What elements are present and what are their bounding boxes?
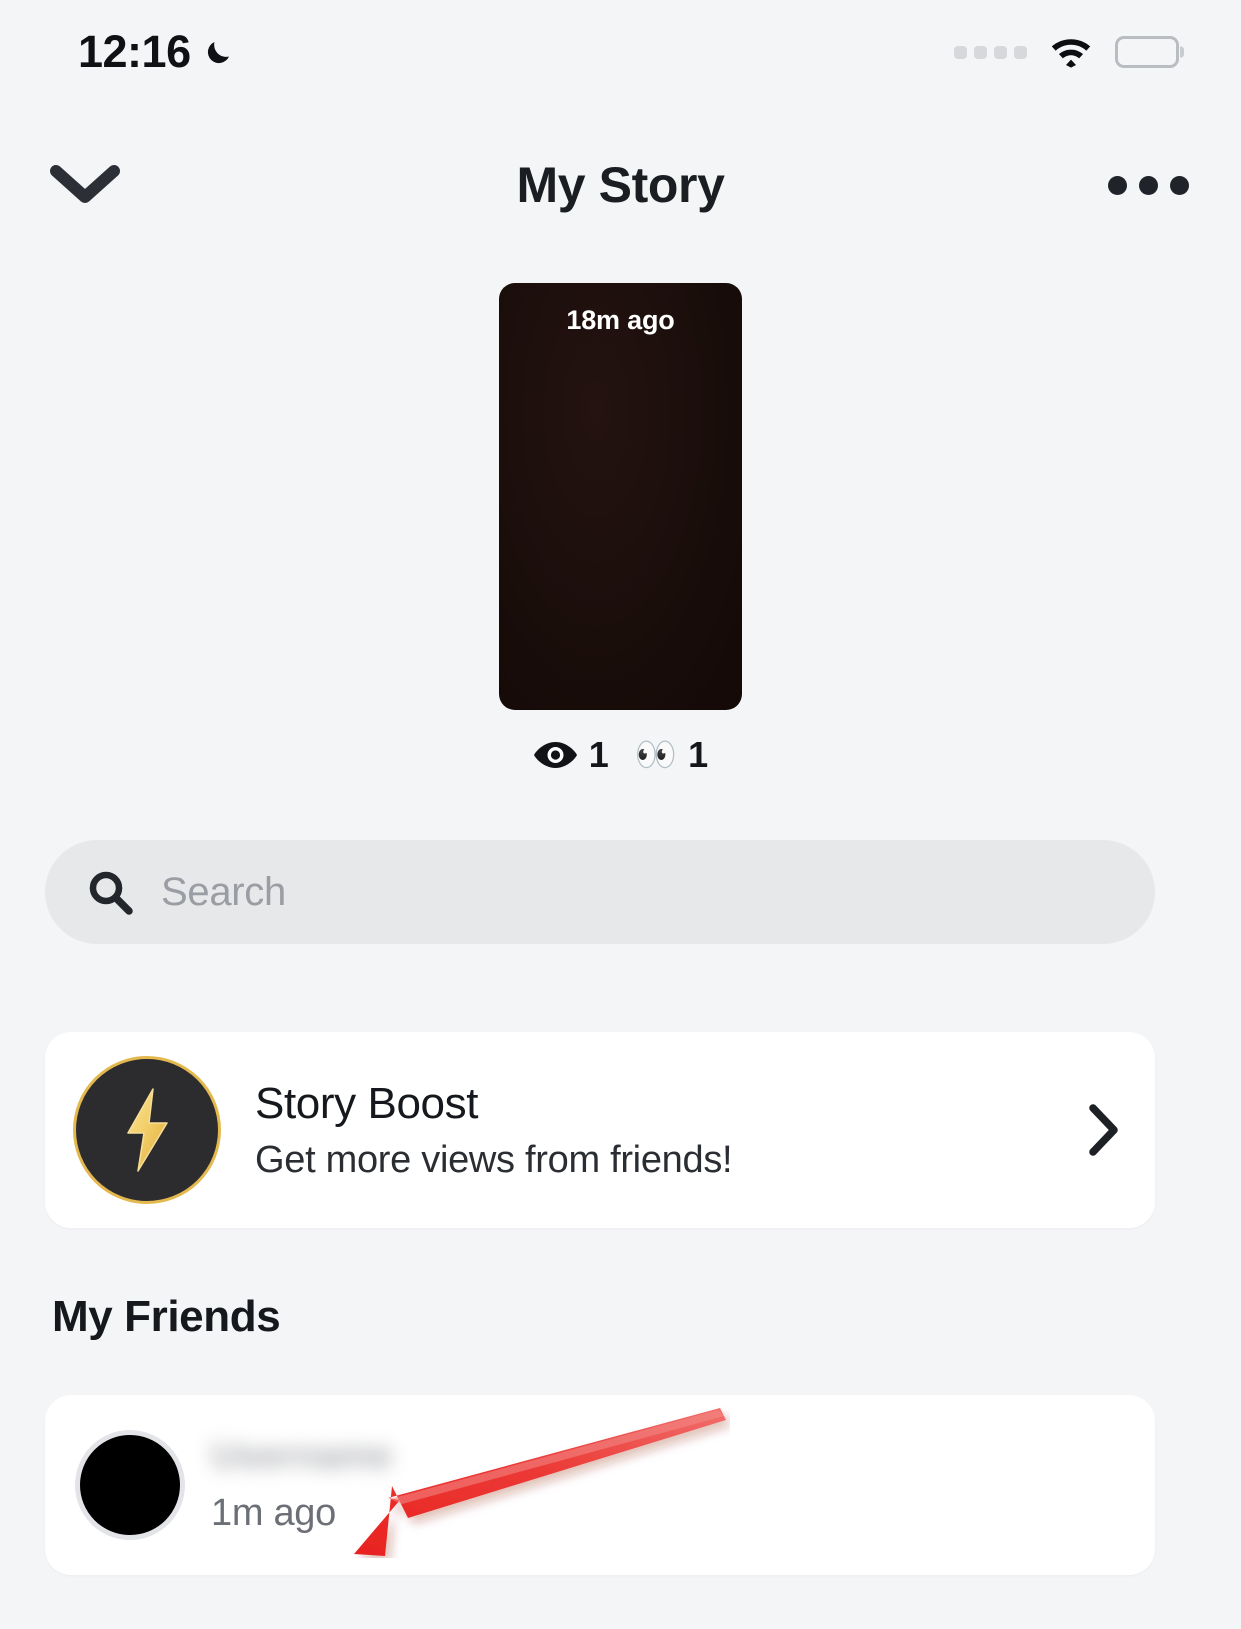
- friend-item-texts: Username 1m ago: [211, 1435, 393, 1535]
- story-screenshot-count: 👀 1: [635, 734, 708, 776]
- story-view-count: 1: [533, 734, 609, 776]
- story-stats: 1 👀 1: [533, 734, 708, 776]
- page-title: My Story: [516, 157, 725, 213]
- status-bar: 12:16: [0, 0, 1241, 104]
- chevron-right-icon[interactable]: [1087, 1103, 1121, 1157]
- story-boost-avatar: [73, 1056, 221, 1204]
- chevron-down-glyph: [50, 165, 120, 203]
- moon-icon: [207, 42, 229, 64]
- friends-section-heading: My Friends: [52, 1292, 281, 1341]
- view-count-value: 1: [588, 734, 609, 775]
- wifi-icon: [1051, 39, 1091, 68]
- eye-icon: [533, 742, 577, 768]
- eyes-emoji-icon: 👀: [634, 736, 678, 774]
- nav-header: My Story: [0, 130, 1241, 240]
- more-options-icon[interactable]: [1108, 175, 1189, 195]
- story-thumbnail[interactable]: 18m ago: [499, 283, 742, 710]
- story-boost-texts: Story Boost Get more views from friends!: [255, 1079, 1087, 1182]
- story-boost-subtitle: Get more views from friends!: [255, 1138, 733, 1181]
- screenshot-count-value: 1: [688, 734, 709, 775]
- battery-icon: [1115, 36, 1184, 68]
- search-placeholder: Search: [161, 869, 286, 914]
- search-icon: [89, 871, 133, 915]
- friend-name-redacted: Username: [211, 1435, 393, 1477]
- story-timestamp: 18m ago: [566, 305, 675, 335]
- story-boost-card[interactable]: Story Boost Get more views from friends!: [45, 1032, 1155, 1228]
- story-boost-title: Story Boost: [255, 1078, 479, 1128]
- lightning-bolt-icon: [127, 1088, 168, 1172]
- status-bar-right: [954, 35, 1184, 69]
- status-bar-left: 12:16: [78, 26, 235, 78]
- search-input[interactable]: Search: [45, 840, 1155, 944]
- avatar[interactable]: [75, 1430, 185, 1540]
- friend-list-item[interactable]: Username 1m ago: [45, 1395, 1155, 1575]
- signal-dots-icon: [954, 45, 1027, 59]
- friend-timestamp: 1m ago: [211, 1492, 336, 1534]
- status-time: 12:16: [78, 26, 191, 77]
- my-story-section: 18m ago 1 👀 1: [0, 283, 1241, 776]
- chevron-down-icon[interactable]: [40, 150, 130, 220]
